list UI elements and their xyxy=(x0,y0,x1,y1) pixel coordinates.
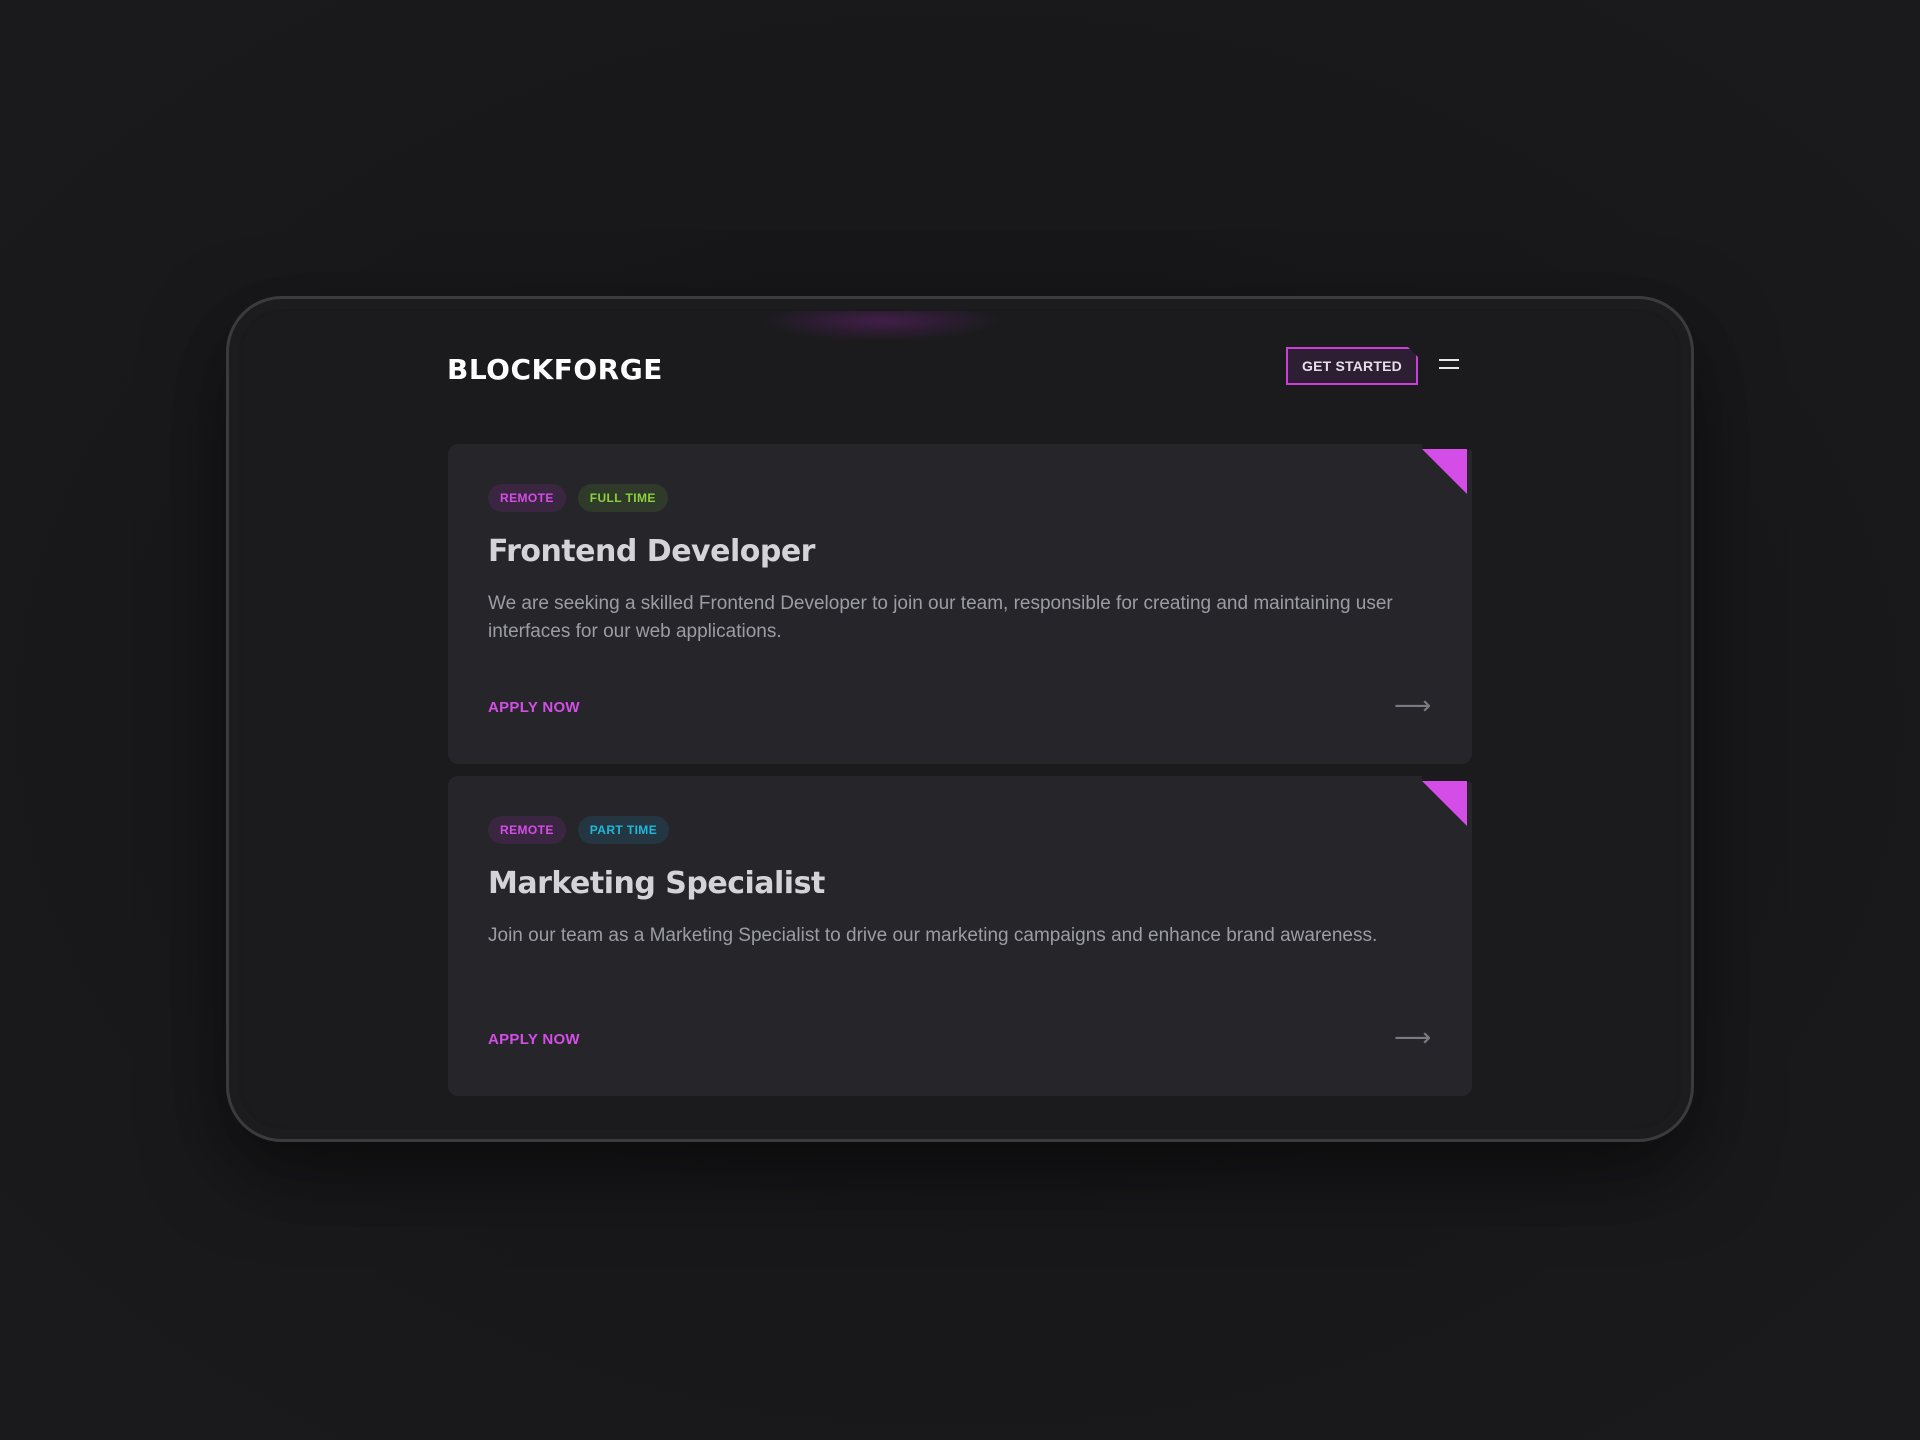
job-title: Marketing Specialist xyxy=(488,866,825,901)
job-title: Frontend Developer xyxy=(488,534,815,569)
device-frame: BLOCKFORGE GET STARTED REMOTE FULL TIME … xyxy=(226,296,1694,1142)
tag-full-time: FULL TIME xyxy=(577,484,668,512)
tag-remote: REMOTE xyxy=(488,484,566,512)
navbar: BLOCKFORGE GET STARTED xyxy=(241,311,1679,431)
job-card-frontend-developer[interactable]: REMOTE FULL TIME Frontend Developer We a… xyxy=(448,444,1472,764)
job-card-marketing-specialist[interactable]: REMOTE PART TIME Marketing Specialist Jo… xyxy=(448,776,1472,1096)
get-started-button[interactable]: GET STARTED xyxy=(1286,347,1418,385)
tag-remote: REMOTE xyxy=(488,816,566,844)
arrow-right-icon[interactable]: ⟶ xyxy=(1394,693,1431,719)
screen: BLOCKFORGE GET STARTED REMOTE FULL TIME … xyxy=(241,311,1679,1127)
corner-accent xyxy=(1422,449,1467,494)
apply-now-link[interactable]: APPLY NOW xyxy=(488,1031,580,1048)
job-description: We are seeking a skilled Frontend Develo… xyxy=(488,593,1393,642)
arrow-right-icon[interactable]: ⟶ xyxy=(1394,1025,1431,1051)
corner-accent xyxy=(1422,781,1467,826)
apply-now-link[interactable]: APPLY NOW xyxy=(488,699,580,716)
brand-logo[interactable]: BLOCKFORGE xyxy=(447,353,663,386)
job-tags: REMOTE PART TIME xyxy=(488,816,670,844)
tag-part-time: PART TIME xyxy=(577,816,670,844)
job-description: Join our team as a Marketing Specialist … xyxy=(488,925,1378,946)
hamburger-icon[interactable] xyxy=(1439,357,1459,371)
job-tags: REMOTE FULL TIME xyxy=(488,484,668,512)
